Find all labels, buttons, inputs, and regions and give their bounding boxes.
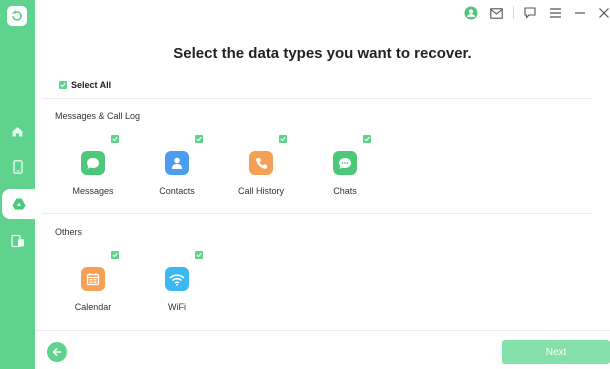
data-type-chats[interactable]: Chats <box>303 135 387 205</box>
calendar-icon <box>81 267 105 291</box>
checkbox-checked-icon[interactable] <box>279 135 287 143</box>
minimize-icon <box>575 12 585 14</box>
tile-label: Chats <box>333 186 357 196</box>
data-type-wifi[interactable]: WiFi <box>135 251 219 321</box>
checkbox-checked-icon <box>59 81 67 89</box>
account-button[interactable] <box>463 5 479 21</box>
checkbox-checked-icon[interactable] <box>111 251 119 259</box>
back-button[interactable] <box>47 342 67 362</box>
contact-icon <box>165 151 189 175</box>
sidebar-item-device[interactable] <box>0 152 35 182</box>
data-type-calendar[interactable]: Calendar <box>51 251 135 321</box>
data-type-messages[interactable]: Messages <box>51 135 135 205</box>
feedback-icon <box>524 7 536 19</box>
google-drive-icon <box>12 198 25 210</box>
phone-device-icon <box>12 160 23 174</box>
title-bar-divider <box>513 6 514 19</box>
sidebar-item-google-drive[interactable] <box>2 189 35 219</box>
mail-icon <box>489 7 503 19</box>
select-all-label: Select All <box>71 80 112 90</box>
checkbox-checked-icon[interactable] <box>195 135 203 143</box>
wifi-icon <box>165 267 189 291</box>
arrow-left-icon <box>52 347 61 357</box>
checkbox-checked-icon[interactable] <box>195 251 203 259</box>
sidebar-item-itunes-backup[interactable] <box>0 226 35 256</box>
data-type-contacts[interactable]: Contacts <box>135 135 219 205</box>
sidebar-item-home[interactable] <box>0 116 35 146</box>
next-button[interactable]: Next <box>502 340 610 364</box>
checkbox-checked-icon[interactable] <box>363 135 371 143</box>
page-title: Select the data types you want to recove… <box>173 45 472 62</box>
tile-label: Messages <box>72 186 114 196</box>
tile-label: WiFi <box>168 302 186 312</box>
sidebar <box>0 0 35 369</box>
message-icon <box>81 151 105 175</box>
section-label-messages-call-log: Messages & Call Log <box>55 111 141 121</box>
tile-label: Call History <box>237 186 284 196</box>
user-icon <box>464 6 478 20</box>
feedback-button[interactable] <box>522 5 538 21</box>
checkbox-checked-icon[interactable] <box>111 135 119 143</box>
minimize-button[interactable] <box>572 5 588 21</box>
select-all-checkbox[interactable]: Select All <box>59 80 111 90</box>
data-type-call-history[interactable]: Call History <box>219 135 303 205</box>
tile-label: Calendar <box>74 302 112 312</box>
divider <box>42 213 592 214</box>
close-icon <box>599 8 609 18</box>
menu-button[interactable] <box>547 5 563 21</box>
mail-button[interactable] <box>488 5 504 21</box>
home-icon <box>12 126 23 136</box>
menu-icon <box>549 8 561 18</box>
chat-icon <box>333 151 357 175</box>
close-button[interactable] <box>596 5 610 21</box>
phone-icon <box>249 151 273 175</box>
section-label-others: Others <box>55 227 83 237</box>
footer-divider <box>35 330 610 331</box>
backup-icon <box>10 234 24 248</box>
title-bar <box>35 0 610 26</box>
app-window: Select the data types you want to recove… <box>0 0 610 369</box>
tile-label: Contacts <box>159 186 195 196</box>
app-logo-icon <box>7 6 27 26</box>
divider <box>42 98 592 99</box>
